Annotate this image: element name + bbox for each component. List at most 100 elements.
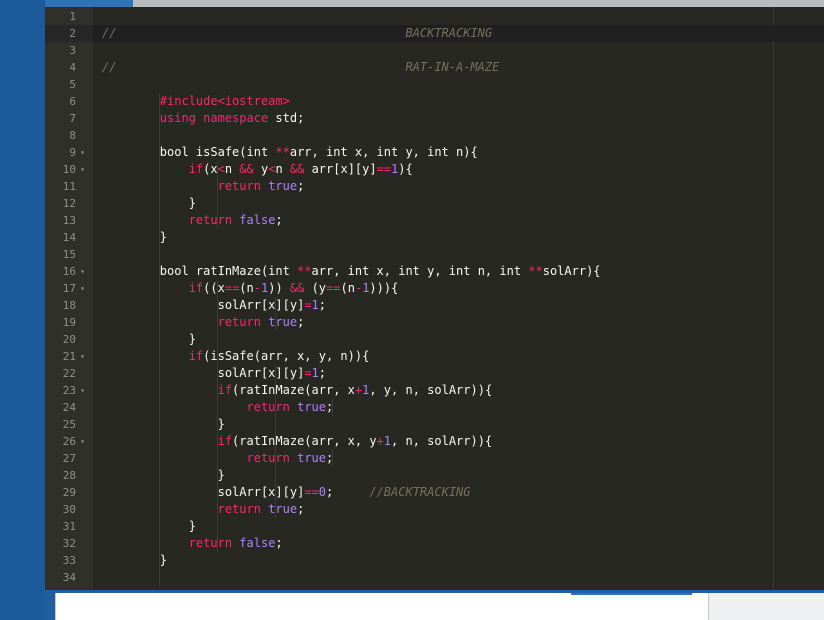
gutter-line[interactable]: 29 [45,484,93,501]
code-token: (y [304,281,327,295]
gutter-line[interactable]: 6 [45,93,93,110]
gutter-line[interactable]: 7 [45,110,93,127]
code-line[interactable]: solArr[x][y]==0; //BACKTRACKING [102,484,471,501]
fold-arrow-icon[interactable]: ▾ [80,144,85,161]
code-token: ){ [398,162,413,176]
code-text-area[interactable]: // BACKTRACKING // RAT-IN-A-MAZE #include… [93,7,824,590]
code-line[interactable]: } [102,195,196,212]
gutter-line[interactable]: 4 [45,59,93,76]
gutter-line[interactable]: 34 [45,569,93,586]
fold-arrow-icon[interactable]: ▾ [80,280,85,297]
gutter-line[interactable]: 27 [45,450,93,467]
code-token: n [224,162,240,176]
gutter-line[interactable]: 21 ▾ [45,348,93,365]
gutter-line[interactable]: 15 [45,246,93,263]
code-token: return [246,400,290,414]
line-number: 16 [62,265,76,278]
gutter-line[interactable]: 33 [45,552,93,569]
code-line[interactable]: return false; [102,535,283,552]
gutter-line[interactable]: 2 [45,25,93,42]
code-token: false [239,213,276,227]
code-token: return [217,502,261,516]
gutter-line[interactable]: 10 ▾ [45,161,93,178]
code-line[interactable]: } [102,416,225,433]
code-line[interactable]: #include<iostream> [102,93,290,110]
gutter-line[interactable]: 16 ▾ [45,263,93,280]
gutter-line[interactable]: 32 [45,535,93,552]
code-line[interactable]: // RAT-IN-A-MAZE [102,59,499,76]
gutter-line[interactable]: 14 [45,229,93,246]
code-token: , n, solArr)){ [391,434,493,448]
gutter-line[interactable]: 22 [45,365,93,382]
code-line[interactable]: } [102,518,196,535]
code-token: == [224,281,240,295]
gutter-line[interactable]: 20 [45,331,93,348]
gutter-line[interactable]: 8 [45,127,93,144]
gutter-line[interactable]: 19 [45,314,93,331]
gutter-line[interactable]: 17 ▾ [45,280,93,297]
code-token: (ratInMaze(arr, x [232,383,355,397]
fold-arrow-icon[interactable]: ▾ [80,433,85,450]
gutter-line[interactable]: 23 ▾ [45,382,93,399]
line-number: 6 [69,95,76,108]
indent-guide [274,365,276,518]
code-line[interactable]: } [102,467,225,484]
gutter-line[interactable]: 24 [45,399,93,416]
code-token: ; [275,536,283,550]
code-editor[interactable]: 1 2 3 4 5 6 7 8 9 ▾ 10 ▾ 11 12 13 14 15 16 ▾ 17 ▾ 18 19 20 21 ▾ 22… [45,0,824,590]
code-line[interactable]: // BACKTRACKING [102,25,492,42]
code-line[interactable]: } [102,552,167,569]
line-number-gutter[interactable]: 1 2 3 4 5 6 7 8 9 ▾ 10 ▾ 11 12 13 14 15 16 ▾ 17 ▾ 18 19 20 21 ▾ 22… [45,7,93,590]
code-token: solArr){ [542,264,601,278]
gutter-line[interactable]: 13 [45,212,93,229]
gutter-line[interactable]: 30 [45,501,93,518]
code-token: 1 [311,298,319,312]
code-line[interactable]: solArr[x][y]=1; [102,365,326,382]
code-token: && [289,281,305,295]
code-token: ))){ [369,281,399,295]
indent-guide [158,93,160,586]
code-token: 0 [318,485,326,499]
code-line[interactable]: if(isSafe(arr, x, y, n)){ [102,348,370,365]
gutter-line[interactable]: 31 [45,518,93,535]
bottom-panel [55,593,709,620]
editor-active-tab-indicator[interactable] [45,0,133,7]
line-number: 8 [69,129,76,142]
code-line[interactable]: } [102,229,167,246]
gutter-line[interactable]: 28 [45,467,93,484]
code-line[interactable]: return true; [102,178,305,195]
code-line[interactable]: if(ratInMaze(arr, x+1, y, n, solArr)){ [102,382,493,399]
fold-arrow-icon[interactable]: ▾ [80,263,85,280]
gutter-line[interactable]: 12 [45,195,93,212]
fold-arrow-icon[interactable]: ▾ [80,382,85,399]
fold-arrow-icon[interactable]: ▾ [80,161,85,178]
code-token: y [253,162,269,176]
code-line[interactable]: solArr[x][y]=1; [102,297,326,314]
code-line[interactable]: bool ratInMaze(int **arr, int x, int y, … [102,263,601,280]
code-token: (n [340,281,355,295]
gutter-line[interactable]: 9 ▾ [45,144,93,161]
line-number: 12 [62,197,76,210]
line-number: 25 [62,418,76,431]
gutter-line[interactable]: 18 [45,297,93,314]
gutter-line[interactable]: 1 [45,8,93,25]
code-line[interactable]: } [102,331,196,348]
line-number: 24 [62,401,76,414]
code-line[interactable]: using namespace std; [102,110,305,127]
gutter-line[interactable]: 3 [45,42,93,59]
gutter-line[interactable]: 5 [45,76,93,93]
gutter-line[interactable]: 25 [45,416,93,433]
code-line[interactable]: if(ratInMaze(arr, x, y+1, n, solArr)){ [102,433,493,450]
code-line[interactable]: return false; [102,212,283,229]
code-token: std; [268,111,305,125]
code-line[interactable]: if((x==(n-1)) && (y==(n-1))){ [102,280,399,297]
line-number: 34 [62,571,76,584]
code-line[interactable]: if(x<n && y<n && arr[x][y]==1){ [102,161,413,178]
gutter-line[interactable]: 26 ▾ [45,433,93,450]
gutter-line[interactable]: 11 [45,178,93,195]
fold-arrow-icon[interactable]: ▾ [80,348,85,365]
code-token: bool ratInMaze(int [102,264,298,278]
